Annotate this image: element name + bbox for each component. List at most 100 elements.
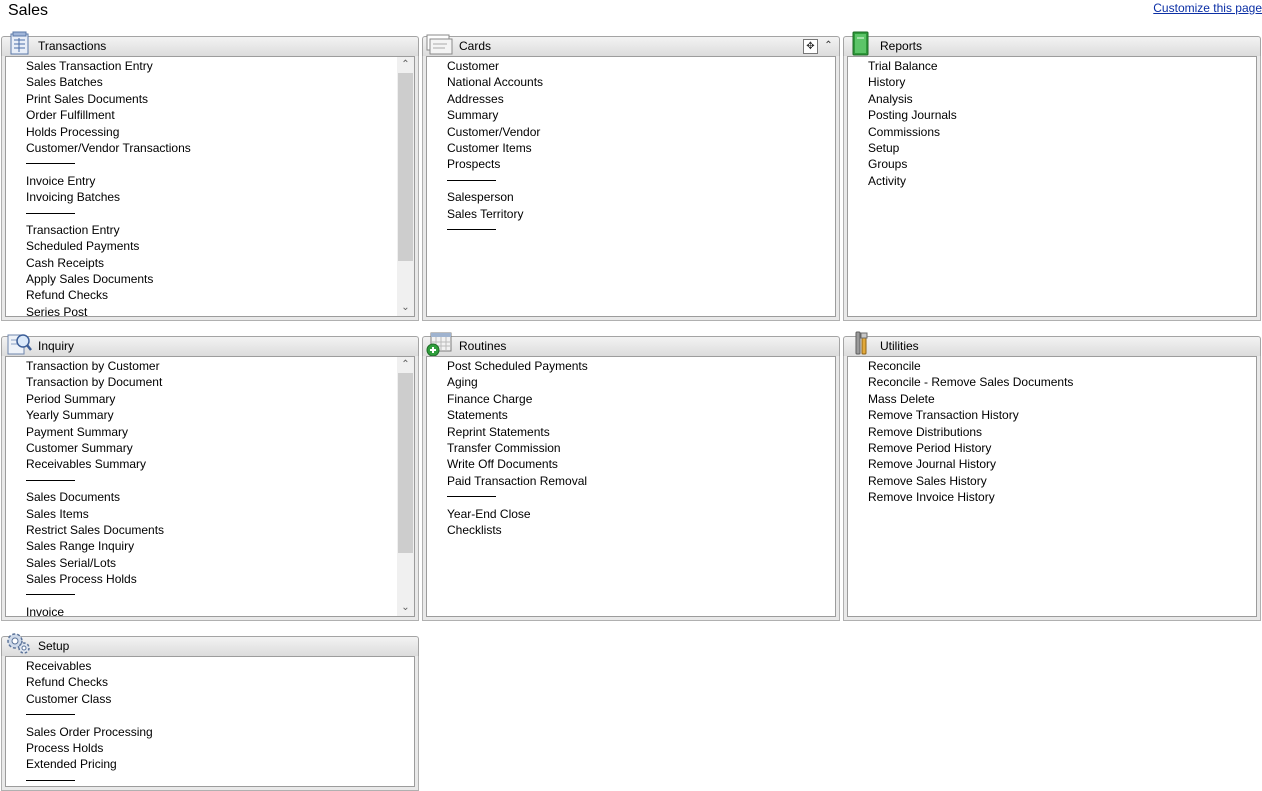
cards-link[interactable]: Summary	[427, 107, 835, 123]
transactions-link[interactable]: Cash Receipts	[6, 255, 414, 271]
inquiry-panel-header: Inquiry	[1, 336, 419, 356]
routines-link[interactable]: Checklists	[427, 522, 835, 538]
routines-link[interactable]: Paid Transaction Removal	[427, 473, 835, 489]
transactions-link[interactable]: Holds Processing	[6, 124, 414, 140]
transactions-link[interactable]: Invoicing Batches	[6, 189, 414, 205]
cards-link[interactable]: Salesperson	[427, 189, 835, 205]
transactions-list: Sales Transaction Entry Sales Batches Prin…	[5, 56, 415, 317]
transactions-link[interactable]: Transaction Entry	[6, 222, 414, 238]
cards-link[interactable]: Customer Items	[427, 140, 835, 156]
reports-link[interactable]: Trial Balance	[848, 58, 1256, 74]
routines-calendar-icon	[426, 332, 452, 357]
setup-link[interactable]: Receivables	[6, 658, 414, 674]
utilities-link[interactable]: Mass Delete	[848, 391, 1256, 407]
setup-link[interactable]: Sales Order Processing	[6, 724, 414, 740]
utilities-link[interactable]: Reconcile - Remove Sales Documents	[848, 374, 1256, 390]
utilities-link[interactable]: Reconcile	[848, 358, 1256, 374]
transactions-link[interactable]: Refund Checks	[6, 287, 414, 303]
inquiry-link[interactable]: Sales Range Inquiry	[6, 538, 414, 554]
routines-link[interactable]: Reprint Statements	[427, 424, 835, 440]
transactions-link[interactable]: Sales Transaction Entry	[6, 58, 414, 74]
separator	[427, 222, 835, 238]
utilities-link[interactable]: Remove Transaction History	[848, 407, 1256, 423]
separator	[6, 773, 414, 786]
cards-link[interactable]: Sales Territory	[427, 206, 835, 222]
inquiry-link[interactable]: Customer Summary	[6, 440, 414, 456]
setup-panel: Setup Receivables Refund Checks Customer C…	[1, 631, 419, 791]
transactions-panel: Transactions Sales Transaction Entry Sale…	[1, 31, 419, 321]
utilities-link[interactable]: Remove Period History	[848, 440, 1256, 456]
utilities-link[interactable]: Remove Sales History	[848, 473, 1256, 489]
routines-link[interactable]: Year-End Close	[427, 506, 835, 522]
transactions-link[interactable]: Order Fulfillment	[6, 107, 414, 123]
utilities-link[interactable]: Remove Distributions	[848, 424, 1256, 440]
transactions-link[interactable]: Sales Batches	[6, 74, 414, 90]
transactions-link[interactable]: Customer/Vendor Transactions	[6, 140, 414, 156]
routines-link[interactable]: Transfer Commission	[427, 440, 835, 456]
inquiry-link[interactable]: Sales Items	[6, 506, 414, 522]
reports-list: Trial Balance History Analysis Posting Jour…	[847, 56, 1257, 317]
utilities-tools-icon	[855, 331, 868, 355]
transactions-scrollbar[interactable]: ⌃ ⌄	[397, 57, 414, 316]
setup-link[interactable]: Customer Class	[6, 691, 414, 707]
utilities-link[interactable]: Remove Invoice History	[848, 489, 1256, 505]
page-title: Sales	[8, 2, 49, 19]
transactions-link[interactable]: Series Post	[6, 304, 414, 316]
transactions-link[interactable]: Apply Sales Documents	[6, 271, 414, 287]
separator	[6, 473, 414, 489]
routines-link[interactable]: Finance Charge	[427, 391, 835, 407]
separator	[6, 707, 414, 723]
inquiry-link[interactable]: Sales Serial/Lots	[6, 555, 414, 571]
inquiry-link[interactable]: Period Summary	[6, 391, 414, 407]
reports-link[interactable]: Setup	[848, 140, 1256, 156]
routines-panel: Routines Post Scheduled Payments Aging Fin…	[422, 331, 840, 621]
inquiry-link[interactable]: Sales Process Holds	[6, 571, 414, 587]
scrollbar-thumb[interactable]	[398, 373, 413, 553]
customize-page-link[interactable]: Customize this page	[1153, 1, 1262, 15]
reports-panel: Reports Trial Balance History Analysis Post…	[843, 31, 1261, 321]
inquiry-panel: Inquiry Transaction by Customer Transacti…	[1, 331, 419, 621]
transactions-link[interactable]: Scheduled Payments	[6, 238, 414, 254]
inquiry-link[interactable]: Yearly Summary	[6, 407, 414, 423]
routines-link[interactable]: Statements	[427, 407, 835, 423]
reports-link[interactable]: Groups	[848, 156, 1256, 172]
transactions-link[interactable]: Print Sales Documents	[6, 91, 414, 107]
collapse-chevron-up-icon[interactable]: ⌃	[821, 39, 836, 54]
reports-link[interactable]: Commissions	[848, 124, 1256, 140]
cards-link[interactable]: National Accounts	[427, 74, 835, 90]
routines-link[interactable]: Post Scheduled Payments	[427, 358, 835, 374]
inquiry-link[interactable]: Payment Summary	[6, 424, 414, 440]
utilities-link[interactable]: Remove Journal History	[848, 456, 1256, 472]
scroll-up-icon[interactable]: ⌃	[397, 57, 414, 73]
utilities-list: Reconcile Reconcile - Remove Sales Docume…	[847, 356, 1257, 617]
cards-link[interactable]: Customer/Vendor	[427, 124, 835, 140]
transactions-link[interactable]: Invoice Entry	[6, 173, 414, 189]
reports-link[interactable]: Posting Journals	[848, 107, 1256, 123]
scrollbar-thumb[interactable]	[398, 73, 413, 261]
scroll-up-icon[interactable]: ⌃	[397, 357, 414, 373]
inquiry-link[interactable]: Receivables Summary	[6, 456, 414, 472]
inquiry-link[interactable]: Transaction by Customer	[6, 358, 414, 374]
maximize-icon[interactable]: ✥	[803, 39, 818, 54]
inquiry-scrollbar[interactable]: ⌃ ⌄	[397, 357, 414, 616]
setup-link[interactable]: Extended Pricing	[6, 756, 414, 772]
inquiry-link[interactable]: Invoice	[6, 604, 414, 616]
inquiry-list: Transaction by Customer Transaction by Do…	[5, 356, 415, 617]
scroll-down-icon[interactable]: ⌄	[397, 300, 414, 316]
inquiry-link[interactable]: Transaction by Document	[6, 374, 414, 390]
cards-link[interactable]: Addresses	[427, 91, 835, 107]
scroll-down-icon[interactable]: ⌄	[397, 600, 414, 616]
setup-link[interactable]: Refund Checks	[6, 674, 414, 690]
setup-link[interactable]: Process Holds	[6, 740, 414, 756]
routines-link[interactable]: Write Off Documents	[427, 456, 835, 472]
inquiry-link[interactable]: Sales Documents	[6, 489, 414, 505]
reports-link[interactable]: Analysis	[848, 91, 1256, 107]
cards-link[interactable]: Prospects	[427, 156, 835, 172]
cards-link[interactable]: Customer	[427, 58, 835, 74]
inquiry-link[interactable]: Restrict Sales Documents	[6, 522, 414, 538]
routines-link[interactable]: Aging	[427, 374, 835, 390]
inquiry-magnifier-icon	[7, 334, 32, 355]
reports-link[interactable]: History	[848, 74, 1256, 90]
reports-link[interactable]: Activity	[848, 173, 1256, 189]
cards-icon	[426, 34, 453, 55]
